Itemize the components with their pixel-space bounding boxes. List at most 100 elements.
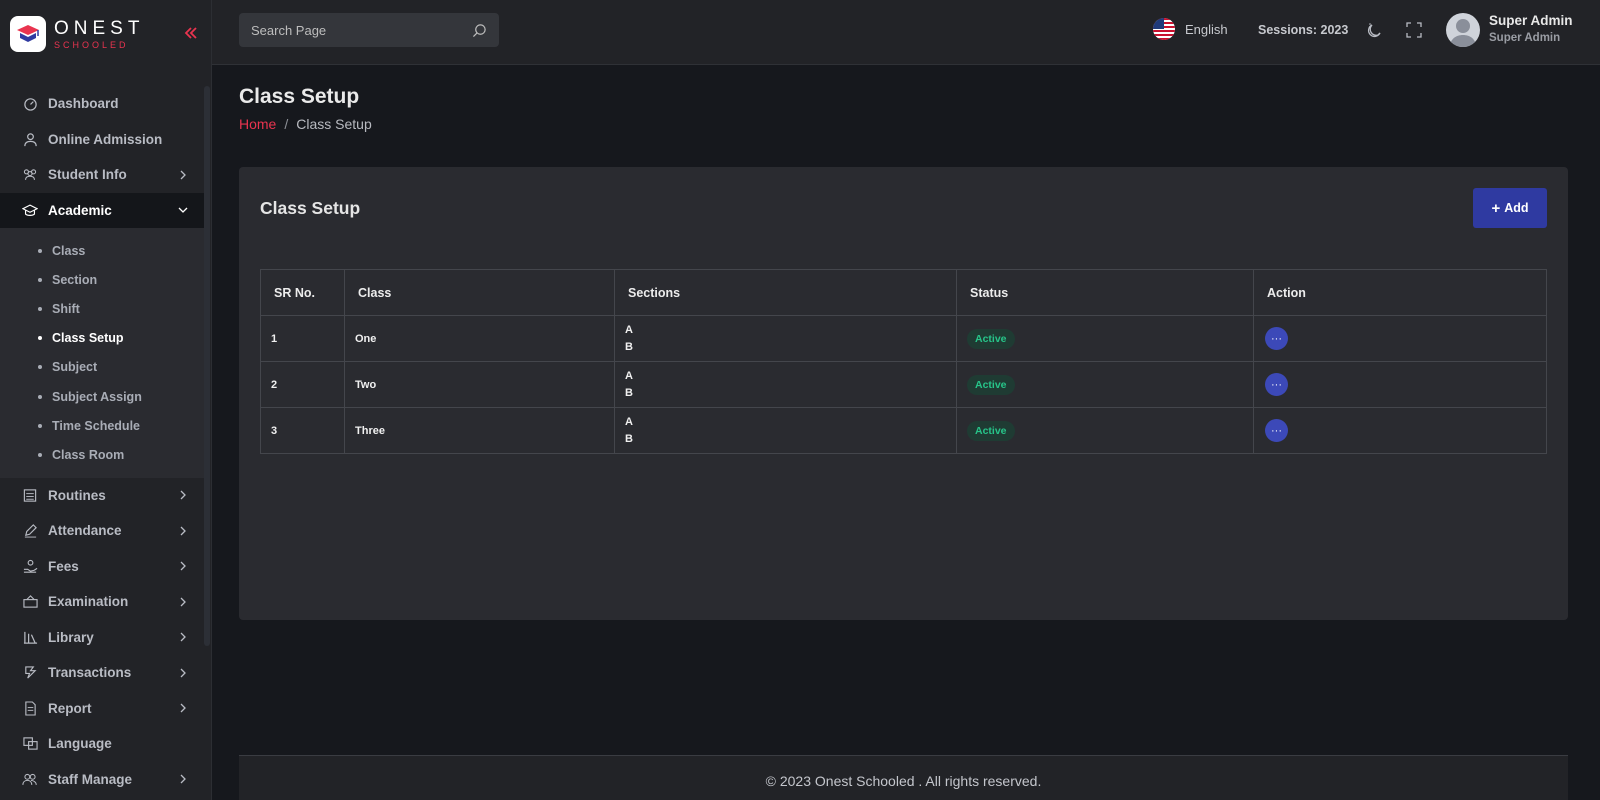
cell-action: ··· <box>1253 315 1547 362</box>
copyright-text: © 2023 Onest Schooled . All rights reser… <box>765 773 1042 789</box>
sidebar-item-label: Attendance <box>48 523 122 539</box>
section-label: A <box>625 323 633 336</box>
sidebar-item-routines[interactable]: Routines <box>0 478 204 514</box>
sidebar-item-label: Dashboard <box>48 96 119 112</box>
user-name: Super Admin <box>1489 13 1573 28</box>
fullscreen-icon[interactable] <box>1405 21 1423 39</box>
cell-sr: 3 <box>260 407 345 454</box>
section-label: A <box>625 415 633 428</box>
logo[interactable]: ONEST SCHOOLED <box>10 14 200 54</box>
brand-tagline: SCHOOLED <box>54 39 129 50</box>
chevron-right-icon <box>180 526 186 536</box>
us-flag-icon <box>1153 18 1175 40</box>
column-header-sr-no: SR No. <box>260 269 345 316</box>
top-header: English Sessions: 2023 Super Admin Super… <box>212 0 1600 65</box>
add-button[interactable]: + Add <box>1473 188 1547 228</box>
submenu-item-section[interactable]: Section <box>0 265 204 294</box>
submenu-item-label: Subject Assign <box>52 389 142 404</box>
cell-sr: 1 <box>260 315 345 362</box>
submenu-item-class[interactable]: Class <box>0 236 204 265</box>
column-header-action: Action <box>1253 269 1547 316</box>
search-input[interactable] <box>251 22 472 38</box>
row-action-button[interactable]: ··· <box>1265 419 1288 442</box>
routine-icon <box>22 487 38 503</box>
language-selector[interactable]: English <box>1153 18 1228 40</box>
chevron-right-icon <box>180 668 186 678</box>
sidebar-item-report[interactable]: Report <box>0 691 204 727</box>
students-icon <box>22 167 38 183</box>
submenu-item-class-room[interactable]: Class Room <box>0 440 204 469</box>
sidebar-item-student-info[interactable]: Student Info <box>0 157 204 193</box>
sidebar-item-label: Library <box>48 629 94 645</box>
sidebar-item-academic[interactable]: Academic <box>0 192 204 228</box>
submenu-item-label: Time Schedule <box>52 418 140 433</box>
row-action-button[interactable]: ··· <box>1265 327 1288 350</box>
academic-submenu: Class Section Shift Class Setup Subject … <box>0 228 204 478</box>
column-header-sections: Sections <box>614 269 957 316</box>
breadcrumb-home-link[interactable]: Home <box>239 116 276 132</box>
collapse-sidebar-button[interactable] <box>182 24 200 42</box>
language-label: English <box>1185 21 1228 37</box>
submenu-item-label: Class Setup <box>52 331 124 346</box>
chevron-right-icon <box>180 703 186 713</box>
fees-icon <box>22 558 38 574</box>
chevron-right-icon <box>180 774 186 784</box>
cell-sr: 2 <box>260 361 345 408</box>
sidebar-item-library[interactable]: Library <box>0 620 204 656</box>
exam-icon <box>22 594 38 610</box>
sidebar-item-staff-manage[interactable]: Staff Manage <box>0 762 204 798</box>
submenu-item-time-schedule[interactable]: Time Schedule <box>0 411 204 440</box>
sessions-selector[interactable]: Sessions: 2023 <box>1258 23 1348 37</box>
submenu-item-label: Class <box>52 243 86 258</box>
user-role: Super Admin <box>1489 32 1561 44</box>
footer: © 2023 Onest Schooled . All rights reser… <box>239 755 1568 800</box>
submenu-item-subject[interactable]: Subject <box>0 353 204 382</box>
chevron-right-icon <box>180 597 186 607</box>
submenu-item-shift[interactable]: Shift <box>0 294 204 323</box>
sidebar-item-language[interactable]: Language <box>0 726 204 762</box>
avatar[interactable] <box>1446 13 1480 47</box>
sidebar-item-examination[interactable]: Examination <box>0 584 204 620</box>
submenu-item-label: Class Room <box>52 447 125 462</box>
sidebar-item-attendance[interactable]: Attendance <box>0 513 204 549</box>
sidebar-item-label: Examination <box>48 594 129 610</box>
sidebar-scrollbar[interactable] <box>204 86 210 646</box>
search-box[interactable] <box>239 13 499 47</box>
section-label: B <box>625 386 633 399</box>
report-icon <box>22 700 38 716</box>
search-icon[interactable] <box>472 23 487 38</box>
cell-class: Three <box>344 407 615 454</box>
moon-icon[interactable] <box>1366 21 1384 39</box>
submenu-item-label: Section <box>52 272 98 287</box>
chevron-right-icon <box>180 561 186 571</box>
pen-icon <box>22 523 38 539</box>
graduation-cap-icon <box>22 202 38 218</box>
submenu-item-label: Shift <box>52 301 80 316</box>
sidebar-item-label: Language <box>48 736 112 752</box>
staff-icon <box>22 771 38 787</box>
chevron-right-icon <box>180 632 186 642</box>
submenu-item-class-setup[interactable]: Class Setup <box>0 324 204 353</box>
cell-sections: AB <box>614 361 957 408</box>
cell-sections: AB <box>614 315 957 362</box>
table-row: 3 Three AB Active ··· <box>260 407 1547 454</box>
section-label: A <box>625 369 633 382</box>
sidebar-item-transactions[interactable]: Transactions <box>0 655 204 691</box>
submenu-item-subject-assign[interactable]: Subject Assign <box>0 382 204 411</box>
sidebar-item-online-admission[interactable]: Online Admission <box>0 122 204 158</box>
row-action-button[interactable]: ··· <box>1265 373 1288 396</box>
sidebar-item-label: Student Info <box>48 167 127 183</box>
sidebar-item-dashboard[interactable]: Dashboard <box>0 86 204 122</box>
sidebar-item-label: Fees <box>48 558 79 574</box>
status-badge: Active <box>967 374 1015 395</box>
cell-class: One <box>344 315 615 362</box>
language-icon <box>22 736 38 752</box>
sidebar-item-label: Staff Manage <box>48 771 133 787</box>
submenu-item-label: Subject <box>52 360 98 375</box>
sidebar-item-fees[interactable]: Fees <box>0 549 204 585</box>
breadcrumb-current: Class Setup <box>296 116 372 132</box>
cell-class: Two <box>344 361 615 408</box>
cell-status: Active <box>956 361 1254 408</box>
status-badge: Active <box>967 420 1015 441</box>
sidebar-item-label: Report <box>48 700 92 716</box>
